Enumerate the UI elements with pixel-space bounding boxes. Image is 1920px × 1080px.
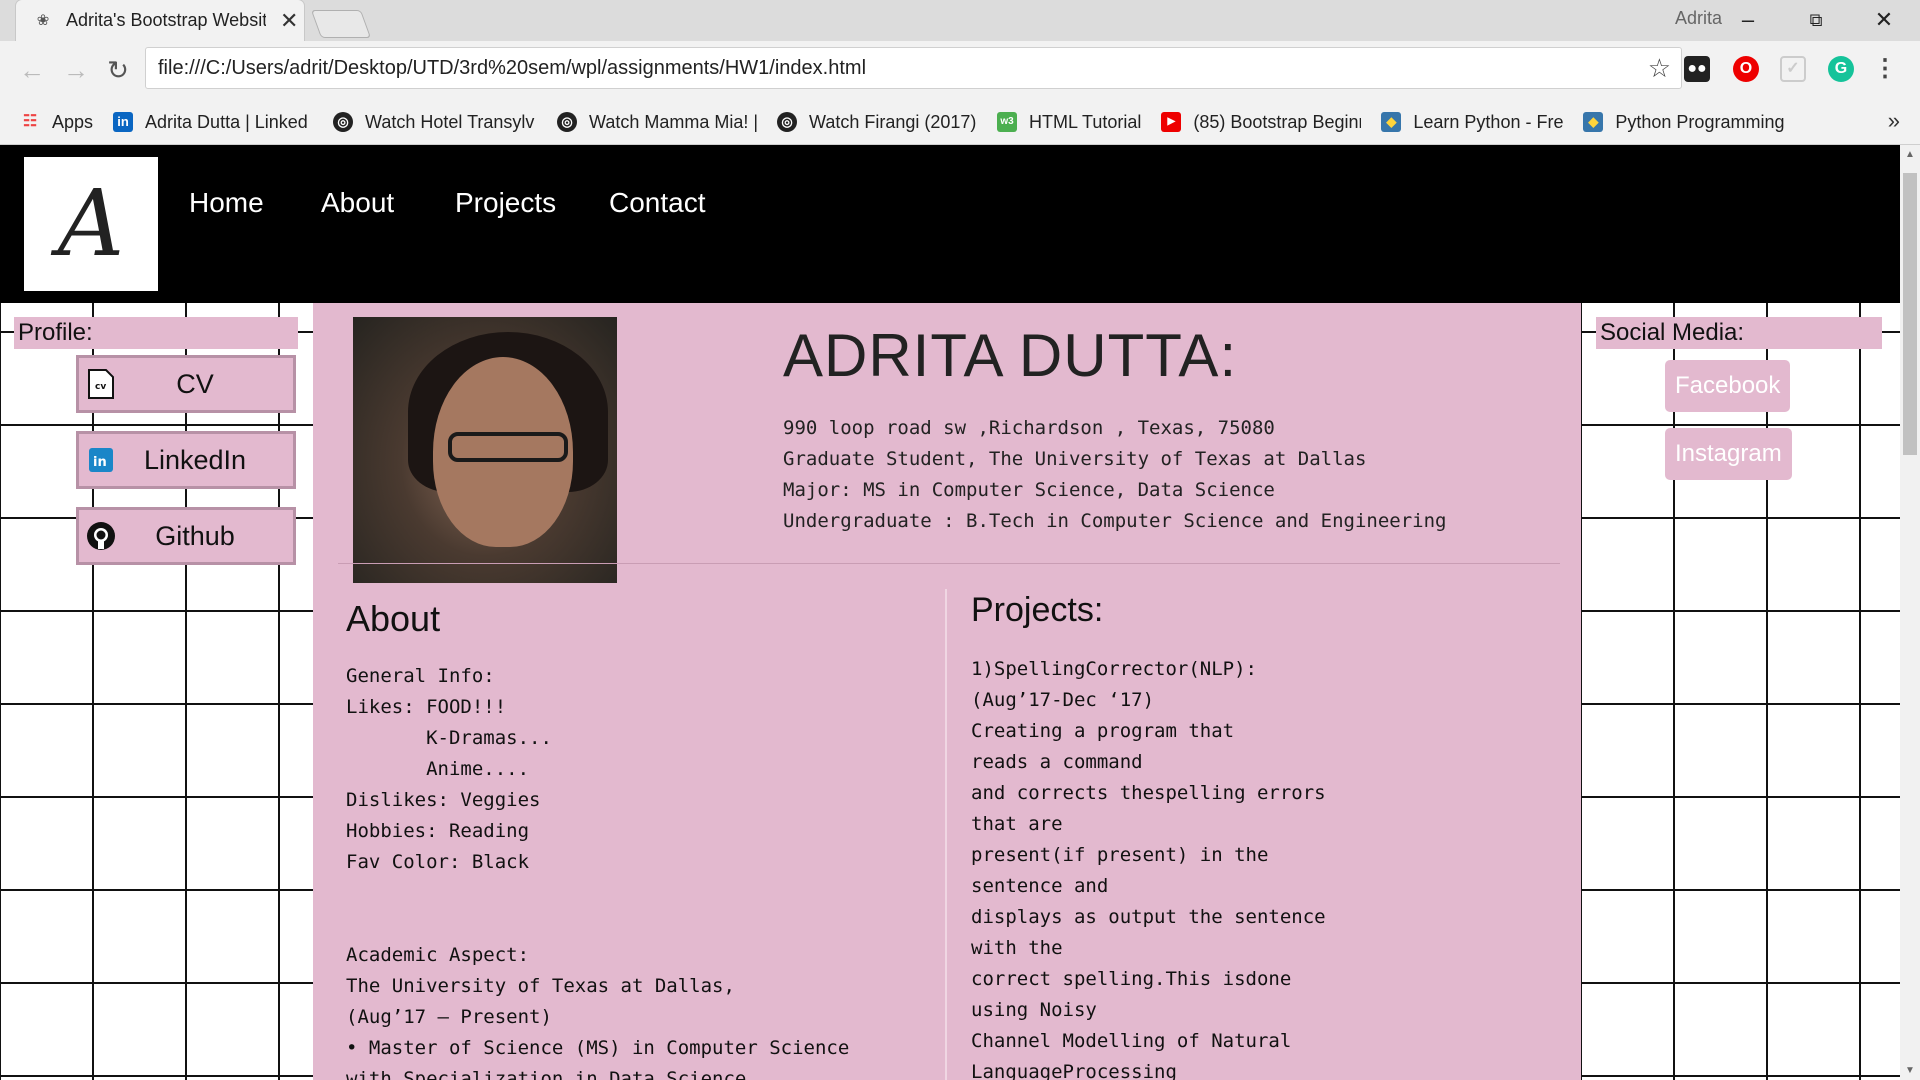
cv-button[interactable]: cv CV [76, 355, 296, 413]
person-name: ADRITA DUTTA: [783, 322, 1238, 389]
page-scrollbar[interactable]: ▲ ▼ [1900, 145, 1920, 1080]
social-heading: Social Media: [1596, 317, 1882, 349]
nav-projects[interactable]: Projects [455, 187, 556, 219]
film-reel-icon: ◎ [557, 112, 578, 132]
cv-icon: cv [85, 368, 117, 400]
bookmark-apps[interactable]: ☷ Apps [20, 112, 93, 133]
bookmarks-bar: ☷ Apps in Adrita Dutta | Linked ◎ Watch Hot… [0, 100, 1920, 145]
bookmark-learn-python[interactable]: ◆Learn Python - Free I [1381, 112, 1563, 133]
bookmark-hotel-transylvania[interactable]: ◎ Watch Hotel Transylv [333, 112, 537, 133]
about-text: General Info: Likes: FOOD!!! K-Dramas...… [346, 665, 850, 1080]
linkedin-button[interactable]: in LinkedIn [76, 431, 296, 489]
close-window-icon[interactable]: ✕ [1854, 4, 1914, 36]
nav-contact[interactable]: Contact [609, 187, 706, 219]
tab-close-icon[interactable]: ✕ [280, 8, 298, 34]
python-icon: ◆ [1583, 112, 1604, 132]
section-divider [338, 563, 1560, 564]
python-icon: ◆ [1381, 112, 1402, 132]
w3schools-icon: w3 [997, 112, 1018, 132]
linkedin-icon: in [113, 112, 134, 132]
back-icon[interactable]: ← [16, 55, 48, 86]
scroll-down-icon[interactable]: ▼ [1900, 1065, 1920, 1076]
minimize-icon[interactable]: – [1718, 4, 1778, 36]
svg-text:in: in [93, 455, 107, 470]
linkedin-label: LinkedIn [143, 444, 247, 475]
profile-user-name[interactable]: Adrita [1675, 8, 1722, 29]
logo-monogram: A [57, 170, 125, 277]
reload-icon[interactable]: ↻ [102, 55, 134, 86]
bookmark-mamma-mia[interactable]: ◎ Watch Mamma Mia! | [557, 112, 757, 133]
more-bookmarks-icon[interactable]: » [1888, 108, 1900, 134]
site-logo[interactable]: A [24, 157, 158, 291]
forward-icon[interactable]: → [60, 55, 92, 86]
main-content-panel: ADRITA DUTTA: 990 loop road sw ,Richards… [313, 303, 1581, 1080]
site-navbar: A Home About Projects Contact [0, 145, 1900, 303]
browser-tab[interactable]: ❀ Adrita's Bootstrap Websit ✕ [16, 0, 304, 41]
nav-home[interactable]: Home [189, 187, 264, 219]
apps-grid-icon: ☷ [22, 113, 38, 130]
github-label: Github [155, 520, 235, 551]
bookmark-html-tutorial[interactable]: w3 HTML Tutorial [997, 112, 1141, 133]
github-button[interactable]: Github [76, 507, 296, 565]
extension-icon[interactable]: ●● [1684, 56, 1710, 82]
linkedin-icon: in [85, 444, 117, 476]
projects-text: 1)SpellingCorrector(NLP): (Aug’17-Dec ‘1… [971, 658, 1326, 1080]
new-tab-button[interactable] [310, 10, 372, 38]
svg-text:cv: cv [95, 382, 106, 392]
projects-heading: Projects: [971, 591, 1104, 629]
address-bar[interactable]: i file:///C:/Users/adrit/Desktop/UTD/3rd… [145, 47, 1682, 184]
bookmark-linkedin[interactable]: in Adrita Dutta | Linked [113, 112, 313, 133]
profile-photo [353, 317, 617, 583]
menu-icon[interactable]: ⋮ [1872, 56, 1898, 82]
browser-toolbar: ← → ↻ i file:///C:/Users/adrit/Desktop/U… [0, 41, 1920, 184]
github-icon [85, 520, 117, 552]
about-heading: About [346, 598, 441, 639]
page-favicon-icon: ❀ [36, 11, 50, 29]
pocket-icon[interactable]: ✓ [1780, 56, 1806, 82]
instagram-button[interactable]: Instagram [1665, 428, 1792, 480]
facebook-button[interactable]: Facebook [1665, 360, 1791, 412]
nav-about[interactable]: About [321, 187, 394, 219]
tab-title: Adrita's Bootstrap Websit [66, 10, 266, 30]
bookmark-python-programming[interactable]: ◆ Python Programming [1583, 112, 1785, 133]
restore-icon[interactable]: ⧉ [1786, 4, 1846, 36]
profile-heading: Profile: [14, 317, 298, 349]
cv-label: CV [176, 368, 214, 399]
scroll-up-icon[interactable]: ▲ [1900, 149, 1920, 160]
opera-icon[interactable]: O [1733, 56, 1759, 82]
grammarly-icon[interactable]: G [1828, 56, 1854, 82]
scrollbar-thumb[interactable] [1903, 173, 1917, 455]
column-divider [945, 589, 947, 1080]
page-viewport: A Home About Projects Contact Profile: c… [0, 145, 1900, 1080]
film-reel-icon: ◎ [777, 112, 798, 132]
film-reel-icon: ◎ [333, 112, 354, 132]
url-text[interactable]: file:///C:/Users/adrit/Desktop/UTD/3rd%2… [158, 57, 1648, 80]
contact-info: 990 loop road sw ,Richardson , Texas, 75… [783, 417, 1447, 532]
bookmark-star-icon[interactable]: ☆ [1648, 53, 1671, 84]
bookmark-firangi[interactable]: ◎ Watch Firangi (2017) [777, 112, 977, 133]
bookmark-bootstrap[interactable]: ▶ (85) Bootstrap Beginr [1161, 112, 1361, 133]
youtube-icon: ▶ [1161, 112, 1182, 132]
tab-strip: ❀ Adrita's Bootstrap Websit ✕ Adrita – ⧉… [0, 0, 1920, 41]
